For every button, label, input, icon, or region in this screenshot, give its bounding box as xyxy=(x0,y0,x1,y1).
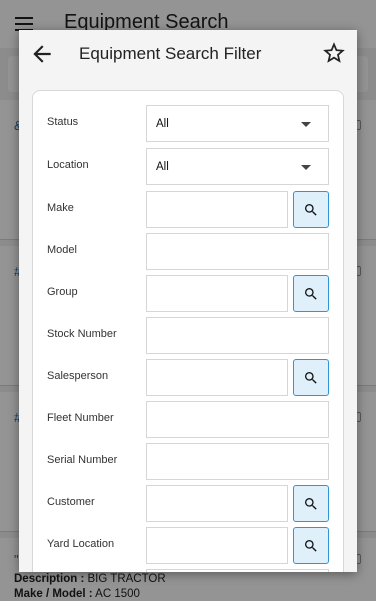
customer-lookup-button[interactable] xyxy=(293,485,329,522)
salesperson-row: Salesperson xyxy=(33,359,345,396)
location-label: Location xyxy=(47,159,89,171)
status-select[interactable]: All xyxy=(146,105,329,142)
yard-location-input[interactable] xyxy=(146,527,288,564)
make-row: Make xyxy=(33,191,345,228)
search-icon xyxy=(305,287,317,300)
stock-number-input[interactable] xyxy=(146,317,329,354)
serial-number-input[interactable] xyxy=(146,443,329,480)
make-lookup-button[interactable] xyxy=(293,191,329,228)
salesperson-lookup-button[interactable] xyxy=(293,359,329,396)
make-label: Make xyxy=(47,202,74,214)
next-field-row xyxy=(33,569,345,572)
search-icon xyxy=(305,497,317,510)
star-outline-icon xyxy=(323,42,345,63)
fleet-number-label: Fleet Number xyxy=(47,412,114,424)
group-label: Group xyxy=(47,286,78,298)
yard-location-lookup-button[interactable] xyxy=(293,527,329,564)
back-button[interactable] xyxy=(29,41,55,67)
next-field-input[interactable] xyxy=(146,569,329,572)
arrow-left-icon xyxy=(33,45,51,63)
location-value: All xyxy=(156,161,169,173)
dialog-title: Equipment Search Filter xyxy=(79,44,262,63)
filter-dialog: Equipment Search Filter Status All Locat… xyxy=(19,30,357,572)
location-row: Location All xyxy=(33,148,345,185)
model-label: Model xyxy=(47,244,77,256)
group-lookup-button[interactable] xyxy=(293,275,329,312)
dialog-header: Equipment Search Filter xyxy=(19,30,357,78)
group-row: Group xyxy=(33,275,345,312)
stock-number-row: Stock Number xyxy=(33,317,345,354)
filter-form: Status All Location All Make Model Group… xyxy=(32,90,344,572)
status-row: Status All xyxy=(33,105,345,142)
stock-number-label: Stock Number xyxy=(47,328,117,340)
fleet-number-row: Fleet Number xyxy=(33,401,345,438)
fleet-number-input[interactable] xyxy=(146,401,329,438)
salesperson-label: Salesperson xyxy=(47,370,109,382)
favorite-button[interactable] xyxy=(321,40,347,66)
location-select[interactable]: All xyxy=(146,148,329,185)
search-icon xyxy=(305,539,317,552)
status-label: Status xyxy=(47,116,79,128)
dropdown-arrow-icon xyxy=(301,165,311,170)
customer-row: Customer xyxy=(33,485,345,522)
yard-location-label: Yard Location xyxy=(47,538,115,550)
model-input[interactable] xyxy=(146,233,329,270)
make-input[interactable] xyxy=(146,191,288,228)
model-row: Model xyxy=(33,233,345,270)
customer-label: Customer xyxy=(47,496,95,508)
search-icon xyxy=(305,203,317,216)
yard-location-row: Yard Location xyxy=(33,527,345,564)
status-value: All xyxy=(156,118,169,130)
search-icon xyxy=(305,371,317,384)
group-input[interactable] xyxy=(146,275,288,312)
customer-input[interactable] xyxy=(146,485,288,522)
serial-number-row: Serial Number xyxy=(33,443,345,480)
salesperson-input[interactable] xyxy=(146,359,288,396)
serial-number-label: Serial Number xyxy=(47,454,118,466)
dropdown-arrow-icon xyxy=(301,122,311,127)
